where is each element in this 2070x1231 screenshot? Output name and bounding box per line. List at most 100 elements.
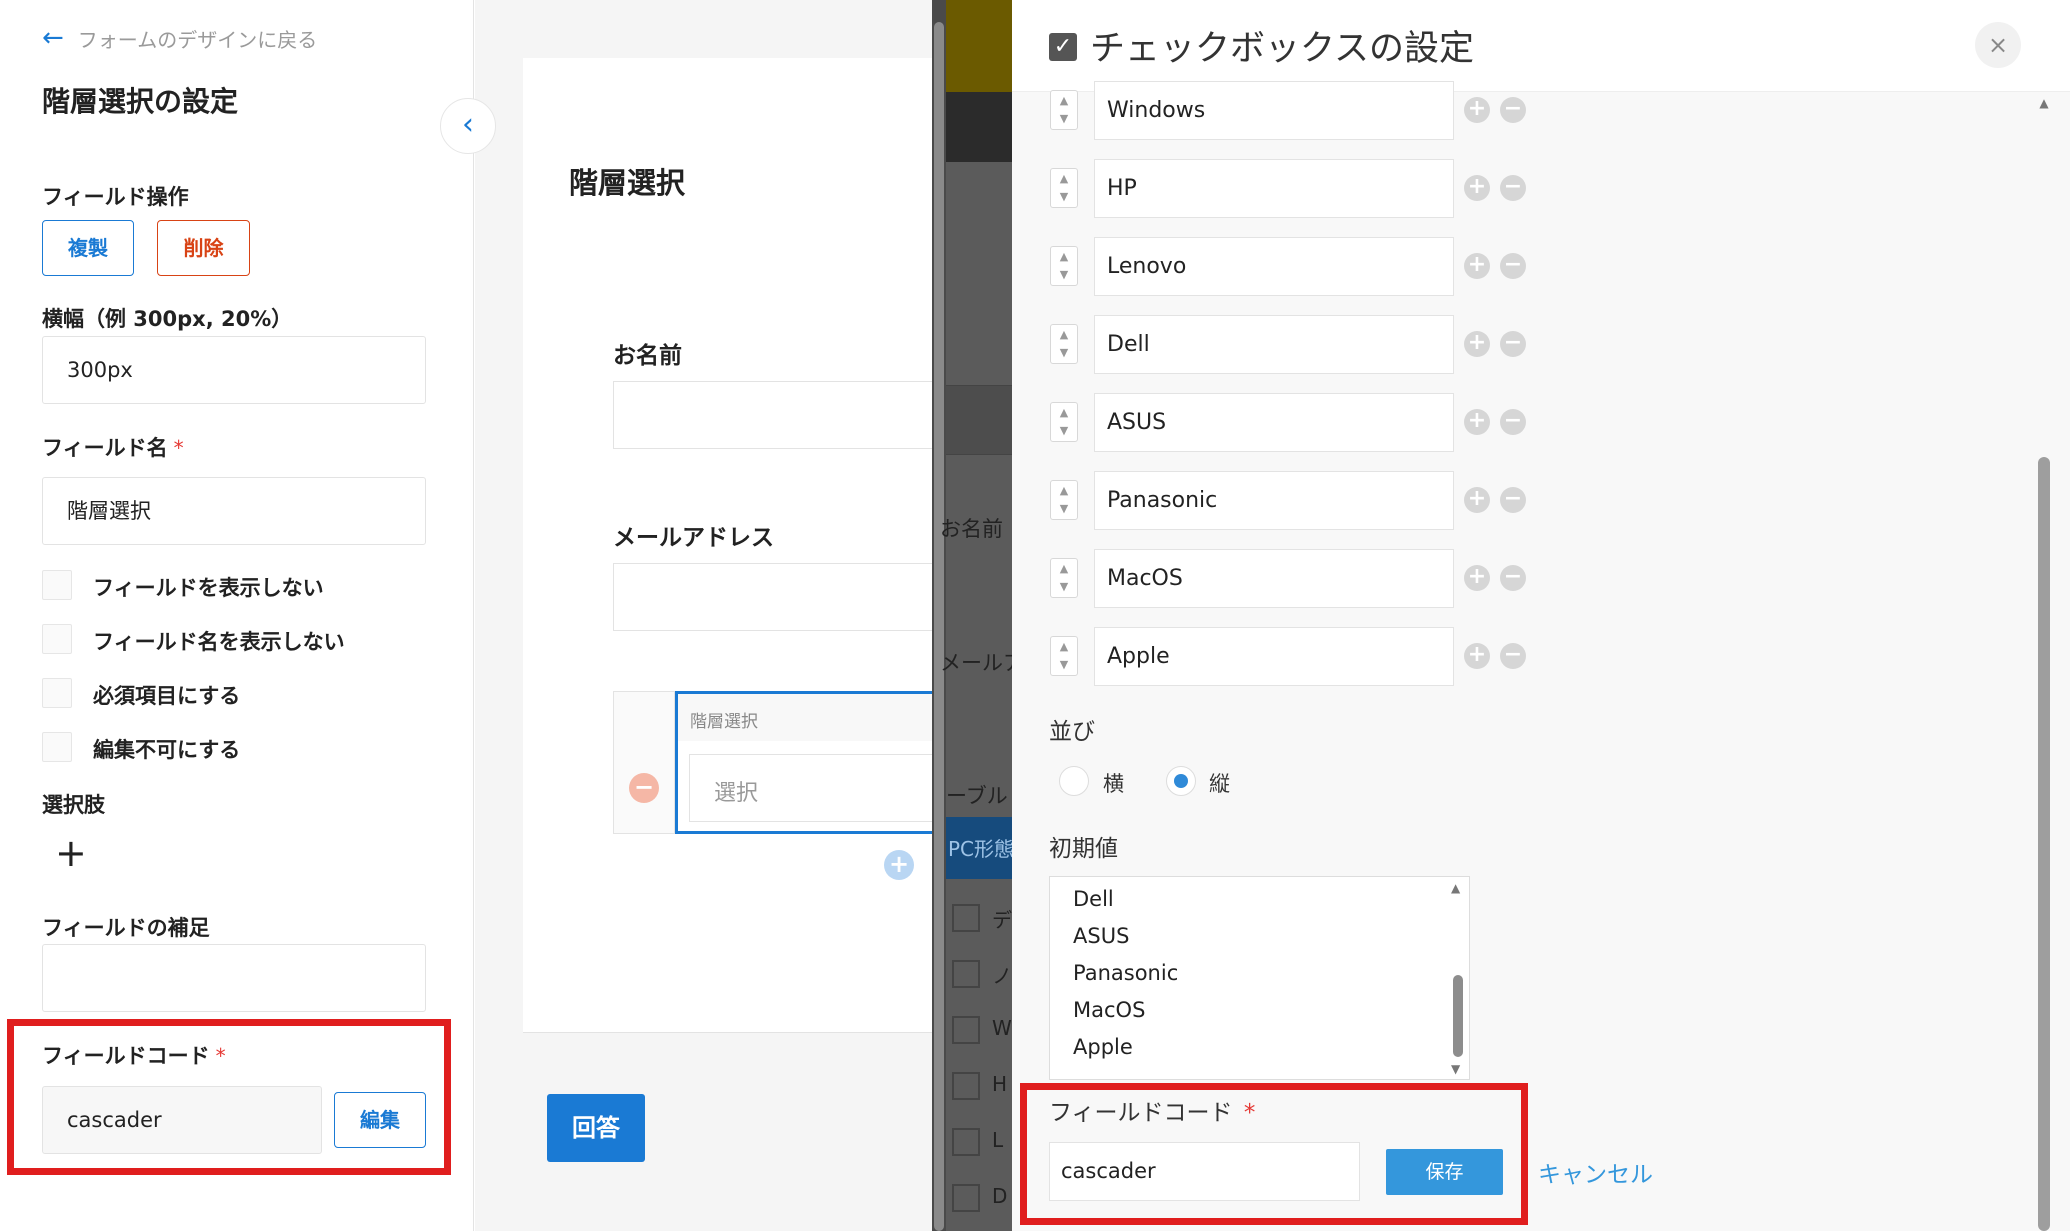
remove-option-icon[interactable]: −	[1500, 253, 1526, 279]
option-input[interactable]: Windows	[1094, 81, 1454, 140]
cancel-link[interactable]: キャンセル	[1538, 1155, 1653, 1189]
add-row-icon[interactable]: +	[884, 850, 914, 880]
add-option-icon[interactable]: +	[1464, 643, 1490, 669]
width-input[interactable]: 300px	[42, 336, 426, 404]
listbox-scroll-up[interactable]: ▲	[1451, 881, 1460, 895]
close-button[interactable]: ×	[1975, 22, 2021, 68]
layout-vertical-label: 縦	[1209, 772, 1230, 796]
bg-list-char: ノ	[992, 964, 1012, 988]
bg-list-char: H	[992, 1072, 1008, 1096]
width-label: 横幅（例 300px, 20%）	[42, 307, 293, 331]
answer-button[interactable]: 回答	[547, 1094, 645, 1162]
layout-label: 並び	[1049, 719, 1095, 745]
remove-option-icon[interactable]: −	[1500, 409, 1526, 435]
remove-option-icon[interactable]: −	[1500, 487, 1526, 513]
readonly-label: 編集不可にする	[93, 738, 241, 762]
add-option-icon[interactable]: +	[1464, 331, 1490, 357]
drag-handle-icon[interactable]: ▲ ▼	[1050, 90, 1078, 130]
bg-table-label: ーブル	[946, 784, 1008, 808]
bg-list-char: D	[992, 1184, 1008, 1208]
hide-field-name-checkbox[interactable]	[42, 624, 72, 654]
table-header-cell: 階層選択	[675, 691, 932, 741]
option-input[interactable]: MacOS	[1094, 549, 1454, 608]
collapse-sidebar-button[interactable]: ‹	[440, 98, 496, 154]
readonly-checkbox[interactable]	[42, 732, 72, 762]
remove-option-icon[interactable]: −	[1500, 331, 1526, 357]
option-input[interactable]: Panasonic	[1094, 471, 1454, 530]
back-link-label: フォームのデザインに戻る	[77, 27, 318, 52]
drag-handle-icon[interactable]: ▲ ▼	[1050, 402, 1078, 442]
remove-option-icon[interactable]: −	[1500, 97, 1526, 123]
default-value-label: 初期値	[1049, 836, 1118, 862]
remove-option-icon[interactable]: −	[1500, 565, 1526, 591]
drag-handle-icon[interactable]: ▲ ▼	[1050, 246, 1078, 286]
panel-scrollbar-thumb[interactable]	[2038, 457, 2050, 1231]
bg-name-label: お名前	[940, 517, 1003, 541]
option-input[interactable]: ASUS	[1094, 393, 1454, 452]
hide-field-label: フィールドを表示しない	[93, 576, 324, 600]
overlay-table-strip	[946, 385, 1012, 455]
add-option-icon[interactable]: +	[1464, 409, 1490, 435]
name-label: お名前	[613, 343, 682, 369]
layout-horizontal-radio[interactable]	[1059, 766, 1089, 796]
drag-handle-icon[interactable]: ▲ ▼	[1050, 168, 1078, 208]
cascader-select[interactable]: 選択	[689, 754, 932, 822]
card-footer-divider	[523, 1032, 932, 1033]
add-option-icon[interactable]: +	[1464, 97, 1490, 123]
page-title: 階層選択の設定	[42, 85, 239, 118]
email-input[interactable]	[613, 563, 932, 631]
field-name-input[interactable]: 階層選択	[42, 477, 426, 545]
add-option-icon[interactable]: +	[1464, 175, 1490, 201]
listbox-item[interactable]: Dell	[1073, 887, 1114, 911]
bg-checkbox-list: デ ノ W H L D	[952, 900, 1012, 1231]
bg-pc-label: PC形態	[948, 837, 1015, 861]
overlay-scrollbar-thumb	[934, 22, 944, 1231]
add-option-icon[interactable]: +	[1464, 253, 1490, 279]
option-input[interactable]: HP	[1094, 159, 1454, 218]
table-header-label: 階層選択	[690, 712, 758, 732]
delete-button[interactable]: 削除	[157, 220, 250, 276]
duplicate-button[interactable]: 複製	[42, 220, 134, 276]
remove-option-icon[interactable]: −	[1500, 175, 1526, 201]
add-option-icon[interactable]: +	[1464, 487, 1490, 513]
option-input[interactable]: Apple	[1094, 627, 1454, 686]
supplement-input[interactable]	[42, 944, 426, 1012]
layout-vertical-radio[interactable]	[1166, 766, 1196, 796]
hide-field-name-label: フィールド名を表示しない	[93, 630, 345, 654]
drag-handle-icon[interactable]: ▲ ▼	[1050, 636, 1078, 676]
required-checkbox[interactable]	[42, 678, 72, 708]
header-checkbox-icon: ✓	[1049, 33, 1077, 61]
option-input[interactable]: Dell	[1094, 315, 1454, 374]
listbox-item[interactable]: Panasonic	[1073, 961, 1178, 985]
layout-horizontal-label: 横	[1103, 772, 1124, 796]
option-input[interactable]: Lenovo	[1094, 237, 1454, 296]
email-label: メールアドレス	[613, 525, 774, 551]
field-ops-label: フィールド操作	[42, 185, 189, 209]
add-choice-button[interactable]: +	[55, 833, 87, 873]
back-link[interactable]: ← フォームのデザインに戻る	[42, 22, 317, 54]
table-gutter	[613, 691, 675, 834]
listbox-item[interactable]: Apple	[1073, 1035, 1133, 1059]
listbox-scroll-down[interactable]: ▼	[1451, 1062, 1460, 1076]
chevron-left-icon: ‹	[462, 107, 474, 142]
field-name-text: フィールド名	[42, 436, 168, 460]
remove-row-icon[interactable]: −	[629, 773, 659, 803]
supplement-label: フィールドの補足	[42, 916, 210, 940]
panel-scrollbar-up[interactable]: ▲	[2037, 96, 2051, 110]
drag-handle-icon[interactable]: ▲ ▼	[1050, 558, 1078, 598]
name-input[interactable]	[613, 381, 932, 449]
select-placeholder: 選択	[714, 781, 759, 806]
panel-title: チェックボックスの設定	[1090, 29, 1474, 69]
drag-handle-icon[interactable]: ▲ ▼	[1050, 324, 1078, 364]
add-option-icon[interactable]: +	[1464, 565, 1490, 591]
hide-field-checkbox[interactable]	[42, 570, 72, 600]
default-value-listbox[interactable]: Dell ASUS Panasonic MacOS Apple ▲ ▼	[1049, 876, 1470, 1080]
listbox-scroll-thumb[interactable]	[1453, 975, 1463, 1057]
listbox-item[interactable]: MacOS	[1073, 998, 1145, 1022]
drag-handle-icon[interactable]: ▲ ▼	[1050, 480, 1078, 520]
modal-overlay: お名前 メールア ーブル PC形態 デ ノ W H L D	[932, 0, 1015, 1231]
remove-option-icon[interactable]: −	[1500, 643, 1526, 669]
arrow-left-icon: ←	[42, 23, 64, 53]
listbox-item[interactable]: ASUS	[1073, 924, 1129, 948]
bg-list-char: W	[992, 1016, 1012, 1040]
